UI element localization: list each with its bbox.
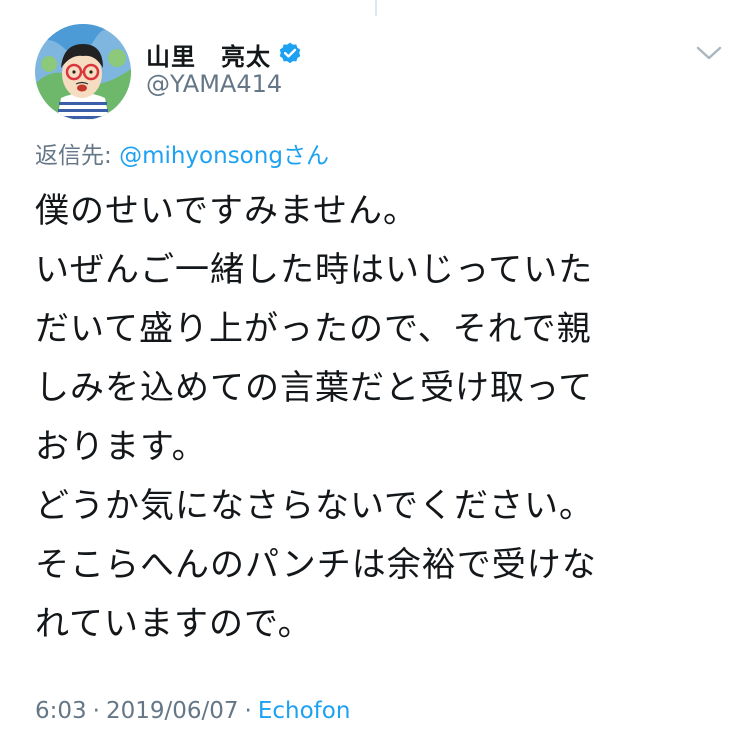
verified-badge-icon xyxy=(277,41,303,67)
tweet-text-line: れていますので。 xyxy=(35,604,313,644)
chevron-down-icon[interactable] xyxy=(694,42,724,64)
tweet-text-line: だいて盛り上がったので、それで親 xyxy=(35,309,592,349)
tweet-text: 僕のせいですみません。 いぜんご一緒した時はいじっていた だいて盛り上がったので… xyxy=(35,182,725,654)
reply-to-prefix: 返信先: xyxy=(35,143,120,169)
tweet-source-link[interactable]: Echofon xyxy=(258,698,351,724)
author-display-name[interactable]: 山里 亮太 xyxy=(146,37,271,72)
tweet-meta: 6:03 · 2019/06/07 · Echofon xyxy=(35,698,350,724)
tweet-text-line: どうか気になさらないでください。 xyxy=(35,486,594,526)
tweet-text-line: いぜんご一緒した時はいじっていた xyxy=(35,250,594,290)
meta-separator: · xyxy=(244,698,252,724)
tweet-text-line: そこらへんのパンチは余裕で受けな xyxy=(35,545,597,585)
tweet-text-line: 僕のせいですみません。 xyxy=(35,191,418,231)
avatar[interactable] xyxy=(35,24,131,120)
thread-connector-line xyxy=(375,0,377,16)
tweet-text-line: しみを込めての言葉だと受け取って xyxy=(35,368,594,408)
author-handle[interactable]: @YAMA414 xyxy=(146,70,282,98)
tweet-text-line: おります。 xyxy=(35,427,207,467)
reply-mention-link[interactable]: @mihyonsongさん xyxy=(119,143,329,169)
reply-to-line: 返信先: @mihyonsongさん xyxy=(35,136,329,170)
reply-mention-handle[interactable]: @mihyonsong xyxy=(119,143,283,169)
meta-separator: · xyxy=(92,698,100,724)
author-name-row[interactable]: 山里 亮太 xyxy=(146,37,303,72)
tweet-time[interactable]: 6:03 xyxy=(35,698,87,724)
tweet-date[interactable]: 2019/06/07 xyxy=(106,698,239,724)
reply-mention-suffix[interactable]: さん xyxy=(283,143,329,169)
avatar-illustration-icon xyxy=(35,24,131,120)
